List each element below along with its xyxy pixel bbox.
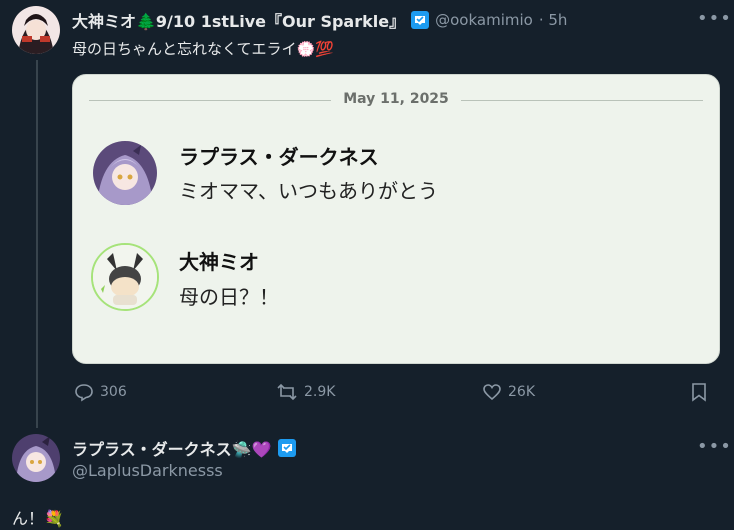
tweet-text: 母の日ちゃんと忘れなくてエライ💮💯: [72, 40, 334, 58]
reply-icon: [75, 384, 93, 402]
mio-chat-avatar: [91, 243, 159, 311]
card-date: May 11, 2025: [343, 91, 449, 107]
heart-icon: [483, 384, 501, 401]
tweet-author-handle[interactable]: @ookamimio: [435, 11, 533, 29]
retweet-button[interactable]: 2.9K: [276, 380, 335, 404]
like-count: 26K: [508, 384, 535, 400]
more-options-icon[interactable]: •••: [697, 8, 732, 29]
mio-avatar[interactable]: [12, 6, 60, 54]
verified-badge-icon: [277, 439, 296, 457]
reply-count: 306: [100, 384, 127, 400]
reply-text: ん！💐: [12, 509, 64, 528]
reply-author-name[interactable]: ラプラス・ダークネス🛸💜: [72, 436, 272, 460]
retweet-count: 2.9K: [304, 384, 336, 400]
retweet-icon: [277, 383, 297, 401]
card-date-separator: May 11, 2025: [89, 91, 703, 111]
like-button[interactable]: 26K: [482, 380, 535, 404]
reply-more-options-icon[interactable]: •••: [697, 436, 732, 457]
chat-message-1-name: ラプラス・ダークネス: [179, 145, 379, 169]
chat-message-1-text: ミオママ、いつもありがとう: [179, 179, 438, 203]
bookmark-button[interactable]: [690, 380, 708, 404]
reply-author-handle[interactable]: @LaplusDarknesss: [72, 461, 223, 480]
chat-message-2-name: 大神ミオ: [179, 250, 259, 274]
tweet-timestamp[interactable]: · 5h: [539, 11, 568, 29]
chat-message-2-text: 母の日？！: [179, 285, 279, 309]
tweet-media-card[interactable]: May 11, 2025 ラプラス・ダークネス ミオママ、いつもありがとう 大神…: [72, 74, 720, 364]
tweet-author-name[interactable]: 大神ミオ🌲9/10 1stLive『Our Sparkle』: [72, 8, 405, 32]
laplus-avatar[interactable]: [12, 434, 60, 482]
verified-badge-icon: [411, 11, 430, 29]
bookmark-icon: [692, 383, 706, 402]
laplus-chat-avatar: [93, 141, 157, 205]
reply-button[interactable]: 306: [74, 380, 127, 404]
thread-connector-line: [36, 60, 38, 428]
